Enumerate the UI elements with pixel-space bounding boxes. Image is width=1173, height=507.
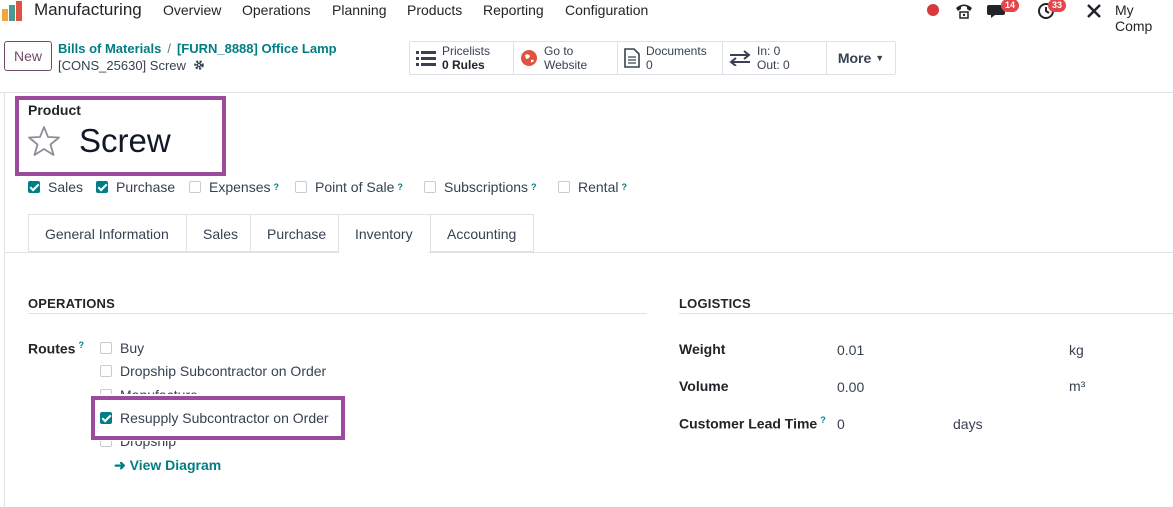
go-to-website-smart-button[interactable]: Go to Website xyxy=(514,42,618,74)
breadcrumb-office-lamp[interactable]: [FURN_8888] Office Lamp xyxy=(177,41,337,56)
flag-subscriptions[interactable]: Subscriptions? xyxy=(424,179,537,195)
subscriptions-checkbox[interactable] xyxy=(424,181,436,193)
route-buy[interactable]: Buy xyxy=(100,340,144,356)
pricelists-smart-button[interactable]: Pricelists 0 Rules xyxy=(410,42,514,74)
help-tooltip-icon[interactable]: ? xyxy=(78,340,84,350)
in-out-smart-button[interactable]: In: 0 Out: 0 xyxy=(723,42,827,74)
messages-badge: 14 xyxy=(1001,0,1020,12)
rental-checkbox[interactable] xyxy=(558,181,570,193)
documents-smart-button[interactable]: Documents 0 xyxy=(618,42,723,74)
point-of-sale-checkbox[interactable] xyxy=(295,181,307,193)
activities-badge: 33 xyxy=(1048,0,1067,12)
logistics-section-title: LOGISTICS xyxy=(679,296,751,311)
help-tooltip-icon[interactable]: ? xyxy=(397,182,403,192)
manufacturing-app-icon[interactable] xyxy=(0,1,24,21)
arrow-right-icon: ➜ xyxy=(114,457,126,473)
help-tooltip-icon[interactable]: ? xyxy=(621,182,627,192)
exchange-icon xyxy=(729,50,751,66)
menu-operations[interactable]: Operations xyxy=(242,2,310,18)
flag-sales[interactable]: Sales xyxy=(28,179,83,195)
caret-down-icon: ▼ xyxy=(875,53,885,63)
flag-rental[interactable]: Rental? xyxy=(558,179,627,195)
new-button[interactable]: New xyxy=(4,41,52,71)
weight-unit: kg xyxy=(1069,342,1084,358)
flag-expenses[interactable]: Expenses? xyxy=(189,179,279,195)
recording-status-icon[interactable] xyxy=(927,4,939,16)
flag-purchase[interactable]: Purchase xyxy=(96,179,175,195)
sheet-border xyxy=(4,92,5,507)
tab-divider xyxy=(4,252,1173,253)
company-switcher[interactable]: My Comp xyxy=(1115,2,1173,34)
flag-point-of-sale[interactable]: Point of Sale? xyxy=(295,179,403,195)
help-tooltip-icon[interactable]: ? xyxy=(531,182,537,192)
menu-reporting[interactable]: Reporting xyxy=(483,2,544,18)
customer-lead-time-input[interactable]: 0 xyxy=(837,416,845,432)
tab-inventory[interactable]: Inventory xyxy=(338,214,430,253)
customer-lead-time-label: Customer Lead Time? xyxy=(679,415,826,432)
breadcrumb-bills-of-materials[interactable]: Bills of Materials xyxy=(58,41,161,56)
active-tab-gap xyxy=(339,252,428,253)
smart-buttons: Pricelists 0 Rules Go to Website Documents… xyxy=(409,41,896,75)
tools-icon[interactable] xyxy=(1085,2,1103,20)
logistics-divider xyxy=(679,313,1173,314)
help-tooltip-icon[interactable]: ? xyxy=(273,182,279,192)
operations-divider xyxy=(28,313,647,314)
gear-icon[interactable] xyxy=(193,59,205,71)
sales-checkbox[interactable] xyxy=(28,181,40,193)
menu-planning[interactable]: Planning xyxy=(332,2,387,18)
menu-overview[interactable]: Overview xyxy=(163,2,221,18)
operations-section-title: OPERATIONS xyxy=(28,296,115,311)
tab-purchase[interactable]: Purchase xyxy=(250,214,338,252)
volume-unit: m³ xyxy=(1069,378,1086,394)
tab-sales[interactable]: Sales xyxy=(186,214,250,252)
weight-label: Weight xyxy=(679,341,726,357)
globe-icon xyxy=(521,50,537,66)
list-icon xyxy=(416,51,436,66)
tab-accounting[interactable]: Accounting xyxy=(430,214,534,252)
top-navbar: Manufacturing Overview Operations Planni… xyxy=(0,0,1173,34)
routes-label: Routes? xyxy=(28,340,84,357)
highlight-resupply-route xyxy=(91,396,345,440)
highlight-product-box xyxy=(15,96,226,176)
lead-time-unit: days xyxy=(953,416,983,432)
route-checkbox[interactable] xyxy=(100,342,112,354)
route-dropship-subcontractor[interactable]: Dropship Subcontractor on Order xyxy=(100,363,326,379)
phone-icon[interactable] xyxy=(954,2,974,20)
notebook-tabs: General Information Sales Purchase Inven… xyxy=(28,214,534,253)
menu-configuration[interactable]: Configuration xyxy=(565,2,648,18)
more-button[interactable]: More ▼ xyxy=(827,42,895,74)
route-checkbox[interactable] xyxy=(100,365,112,377)
menu-products[interactable]: Products xyxy=(407,2,462,18)
volume-label: Volume xyxy=(679,378,729,394)
weight-input[interactable]: 0.01 xyxy=(837,342,864,358)
record-name: [CONS_25630] Screw xyxy=(58,58,186,73)
expenses-checkbox[interactable] xyxy=(189,181,201,193)
app-name[interactable]: Manufacturing xyxy=(34,0,142,20)
record-title: [CONS_25630] Screw xyxy=(58,58,205,73)
volume-input[interactable]: 0.00 xyxy=(837,379,864,395)
breadcrumb: Bills of Materials / [FURN_8888] Office La… xyxy=(58,41,337,56)
view-diagram-link[interactable]: ➜ View Diagram xyxy=(114,457,221,474)
purchase-checkbox[interactable] xyxy=(96,181,108,193)
help-tooltip-icon[interactable]: ? xyxy=(820,415,826,425)
tab-general-information[interactable]: General Information xyxy=(28,214,186,252)
document-icon xyxy=(624,48,640,68)
